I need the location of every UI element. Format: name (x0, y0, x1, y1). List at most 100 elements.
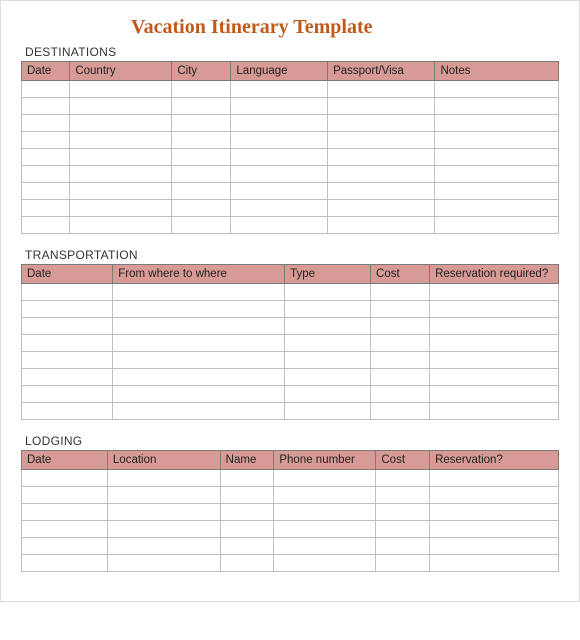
table-cell[interactable] (113, 369, 285, 386)
table-cell[interactable] (285, 386, 371, 403)
table-cell[interactable] (430, 301, 559, 318)
table-cell[interactable] (22, 487, 108, 504)
table-cell[interactable] (274, 538, 376, 555)
table-cell[interactable] (231, 183, 328, 200)
table-cell[interactable] (172, 98, 231, 115)
table-cell[interactable] (435, 132, 559, 149)
table-cell[interactable] (22, 470, 108, 487)
table-cell[interactable] (430, 487, 559, 504)
table-cell[interactable] (22, 132, 70, 149)
table-cell[interactable] (70, 217, 172, 234)
table-cell[interactable] (430, 352, 559, 369)
table-cell[interactable] (285, 301, 371, 318)
table-cell[interactable] (220, 487, 274, 504)
table-cell[interactable] (285, 335, 371, 352)
table-cell[interactable] (22, 81, 70, 98)
table-cell[interactable] (172, 217, 231, 234)
table-cell[interactable] (231, 98, 328, 115)
table-cell[interactable] (435, 81, 559, 98)
table-cell[interactable] (172, 183, 231, 200)
table-cell[interactable] (70, 115, 172, 132)
table-cell[interactable] (274, 470, 376, 487)
table-cell[interactable] (220, 555, 274, 572)
table-cell[interactable] (371, 318, 430, 335)
table-cell[interactable] (435, 115, 559, 132)
table-cell[interactable] (172, 81, 231, 98)
table-cell[interactable] (376, 504, 430, 521)
table-cell[interactable] (70, 132, 172, 149)
table-cell[interactable] (107, 470, 220, 487)
table-cell[interactable] (113, 386, 285, 403)
table-cell[interactable] (430, 369, 559, 386)
table-cell[interactable] (22, 403, 113, 420)
table-cell[interactable] (113, 284, 285, 301)
table-cell[interactable] (435, 98, 559, 115)
table-cell[interactable] (376, 521, 430, 538)
table-cell[interactable] (371, 284, 430, 301)
table-cell[interactable] (285, 284, 371, 301)
table-cell[interactable] (113, 403, 285, 420)
table-cell[interactable] (22, 200, 70, 217)
table-cell[interactable] (274, 555, 376, 572)
table-cell[interactable] (328, 217, 435, 234)
table-cell[interactable] (231, 132, 328, 149)
table-cell[interactable] (231, 166, 328, 183)
table-cell[interactable] (285, 403, 371, 420)
table-cell[interactable] (430, 403, 559, 420)
table-cell[interactable] (371, 386, 430, 403)
table-cell[interactable] (371, 301, 430, 318)
table-cell[interactable] (22, 335, 113, 352)
table-cell[interactable] (371, 369, 430, 386)
table-cell[interactable] (274, 487, 376, 504)
table-cell[interactable] (22, 504, 108, 521)
table-cell[interactable] (22, 149, 70, 166)
table-cell[interactable] (231, 149, 328, 166)
table-cell[interactable] (172, 132, 231, 149)
table-cell[interactable] (376, 487, 430, 504)
table-cell[interactable] (172, 149, 231, 166)
table-cell[interactable] (285, 318, 371, 335)
table-cell[interactable] (285, 352, 371, 369)
table-cell[interactable] (172, 166, 231, 183)
table-cell[interactable] (22, 301, 113, 318)
table-cell[interactable] (70, 166, 172, 183)
table-cell[interactable] (328, 98, 435, 115)
table-cell[interactable] (376, 555, 430, 572)
table-cell[interactable] (430, 284, 559, 301)
table-cell[interactable] (371, 335, 430, 352)
table-cell[interactable] (22, 166, 70, 183)
table-cell[interactable] (220, 521, 274, 538)
table-cell[interactable] (113, 301, 285, 318)
table-cell[interactable] (328, 200, 435, 217)
table-cell[interactable] (430, 318, 559, 335)
table-cell[interactable] (285, 369, 371, 386)
table-cell[interactable] (22, 284, 113, 301)
table-cell[interactable] (107, 521, 220, 538)
table-cell[interactable] (22, 183, 70, 200)
table-cell[interactable] (22, 555, 108, 572)
table-cell[interactable] (22, 369, 113, 386)
table-cell[interactable] (231, 115, 328, 132)
table-cell[interactable] (70, 183, 172, 200)
table-cell[interactable] (274, 521, 376, 538)
table-cell[interactable] (172, 200, 231, 217)
table-cell[interactable] (220, 504, 274, 521)
table-cell[interactable] (231, 81, 328, 98)
table-cell[interactable] (430, 555, 559, 572)
table-cell[interactable] (22, 115, 70, 132)
table-cell[interactable] (430, 504, 559, 521)
table-cell[interactable] (220, 470, 274, 487)
table-cell[interactable] (371, 352, 430, 369)
table-cell[interactable] (328, 149, 435, 166)
table-cell[interactable] (328, 166, 435, 183)
table-cell[interactable] (435, 200, 559, 217)
table-cell[interactable] (376, 470, 430, 487)
table-cell[interactable] (430, 335, 559, 352)
table-cell[interactable] (22, 352, 113, 369)
table-cell[interactable] (231, 217, 328, 234)
table-cell[interactable] (435, 166, 559, 183)
table-cell[interactable] (328, 132, 435, 149)
table-cell[interactable] (274, 504, 376, 521)
table-cell[interactable] (107, 555, 220, 572)
table-cell[interactable] (430, 386, 559, 403)
